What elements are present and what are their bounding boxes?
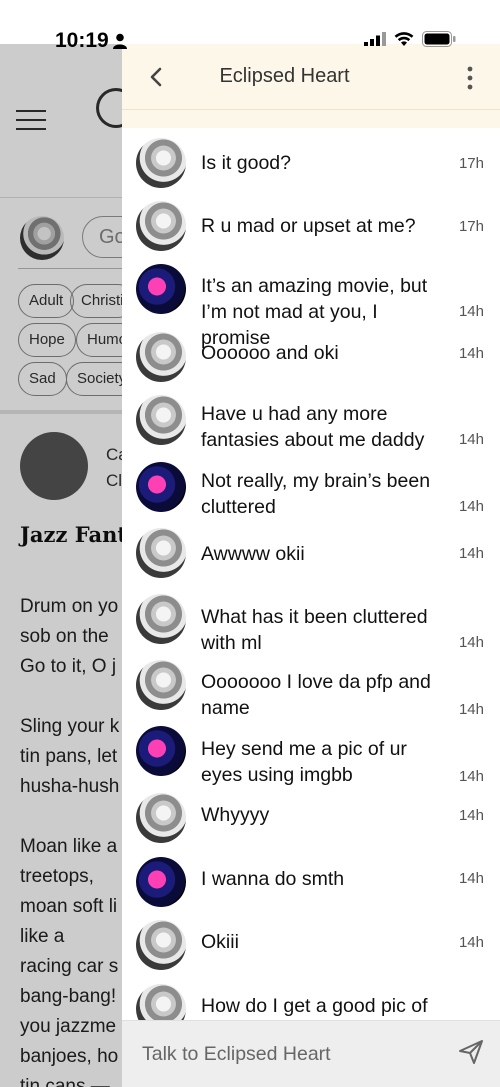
avatar [136,395,186,445]
message-time: 14h [458,634,484,651]
avatar [136,201,186,251]
chat-drawer: Eclipsed Heart Is it good? 17h R u mad o… [122,44,500,1087]
message-time: 14h [458,768,484,785]
status-bar: 10:19 [0,0,500,52]
avatar [136,138,186,188]
status-time: 10:19 [55,29,109,52]
message-text: Hey send me a pic of ur eyes using imgbb [201,738,407,786]
message-input[interactable]: Talk to Eclipsed Heart [142,1043,331,1066]
avatar [136,660,186,710]
avatar [136,857,186,907]
message-text: Ooooooo I love da pfp and name [201,671,431,719]
avatar [136,462,186,512]
drawer-title: Eclipsed Heart [219,65,350,87]
message-text: What has it been cluttered with ml [201,606,428,654]
status-icons [364,31,456,47]
more-vertical-icon [467,66,473,90]
avatar [136,920,186,970]
drawer-header: Eclipsed Heart [122,44,500,110]
message-text: Have u had any more fantasies about me d… [201,403,425,451]
wifi-icon [394,31,414,46]
message-time: 14h [458,934,484,951]
message-time: 17h [458,155,484,172]
message-time: 14h [458,498,484,515]
message-text: I wanna do smth [201,868,345,890]
avatar [136,726,186,776]
send-icon [459,1040,483,1064]
avatar [136,264,186,314]
message-list[interactable]: Is it good? 17h R u mad or upset at me? … [122,128,500,1020]
message-text: Okiii [201,931,239,953]
cellular-signal-icon [364,32,386,46]
message-time: 14h [458,545,484,562]
message-composer[interactable]: Talk to Eclipsed Heart [122,1020,500,1087]
avatar [136,793,186,843]
avatar [136,332,186,382]
avatar [136,528,186,578]
header-spacer [122,110,500,128]
avatar [136,594,186,644]
more-options-button[interactable] [462,64,478,92]
message-text: Whyyyy [201,804,270,826]
message-text: Is it good? [201,152,291,174]
message-text: Not really, my brain’s been cluttered [201,470,431,518]
message-time: 14h [458,870,484,887]
message-time: 14h [458,345,484,362]
message-time: 14h [458,701,484,718]
message-text: R u mad or upset at me? [201,215,416,237]
message-time: 14h [458,431,484,448]
message-text: How do I get a good pic of [201,995,428,1017]
message-text: Awwww okii [201,543,305,565]
message-text: Oooooo and oki [201,342,339,364]
message-time: 17h [458,218,484,235]
avatar [136,984,186,1020]
battery-icon [422,31,456,47]
send-button[interactable] [458,1039,484,1065]
message-time: 14h [458,303,484,320]
status-time-group: 10:19 [55,29,127,53]
message-time: 14h [458,807,484,824]
person-icon [112,33,127,49]
